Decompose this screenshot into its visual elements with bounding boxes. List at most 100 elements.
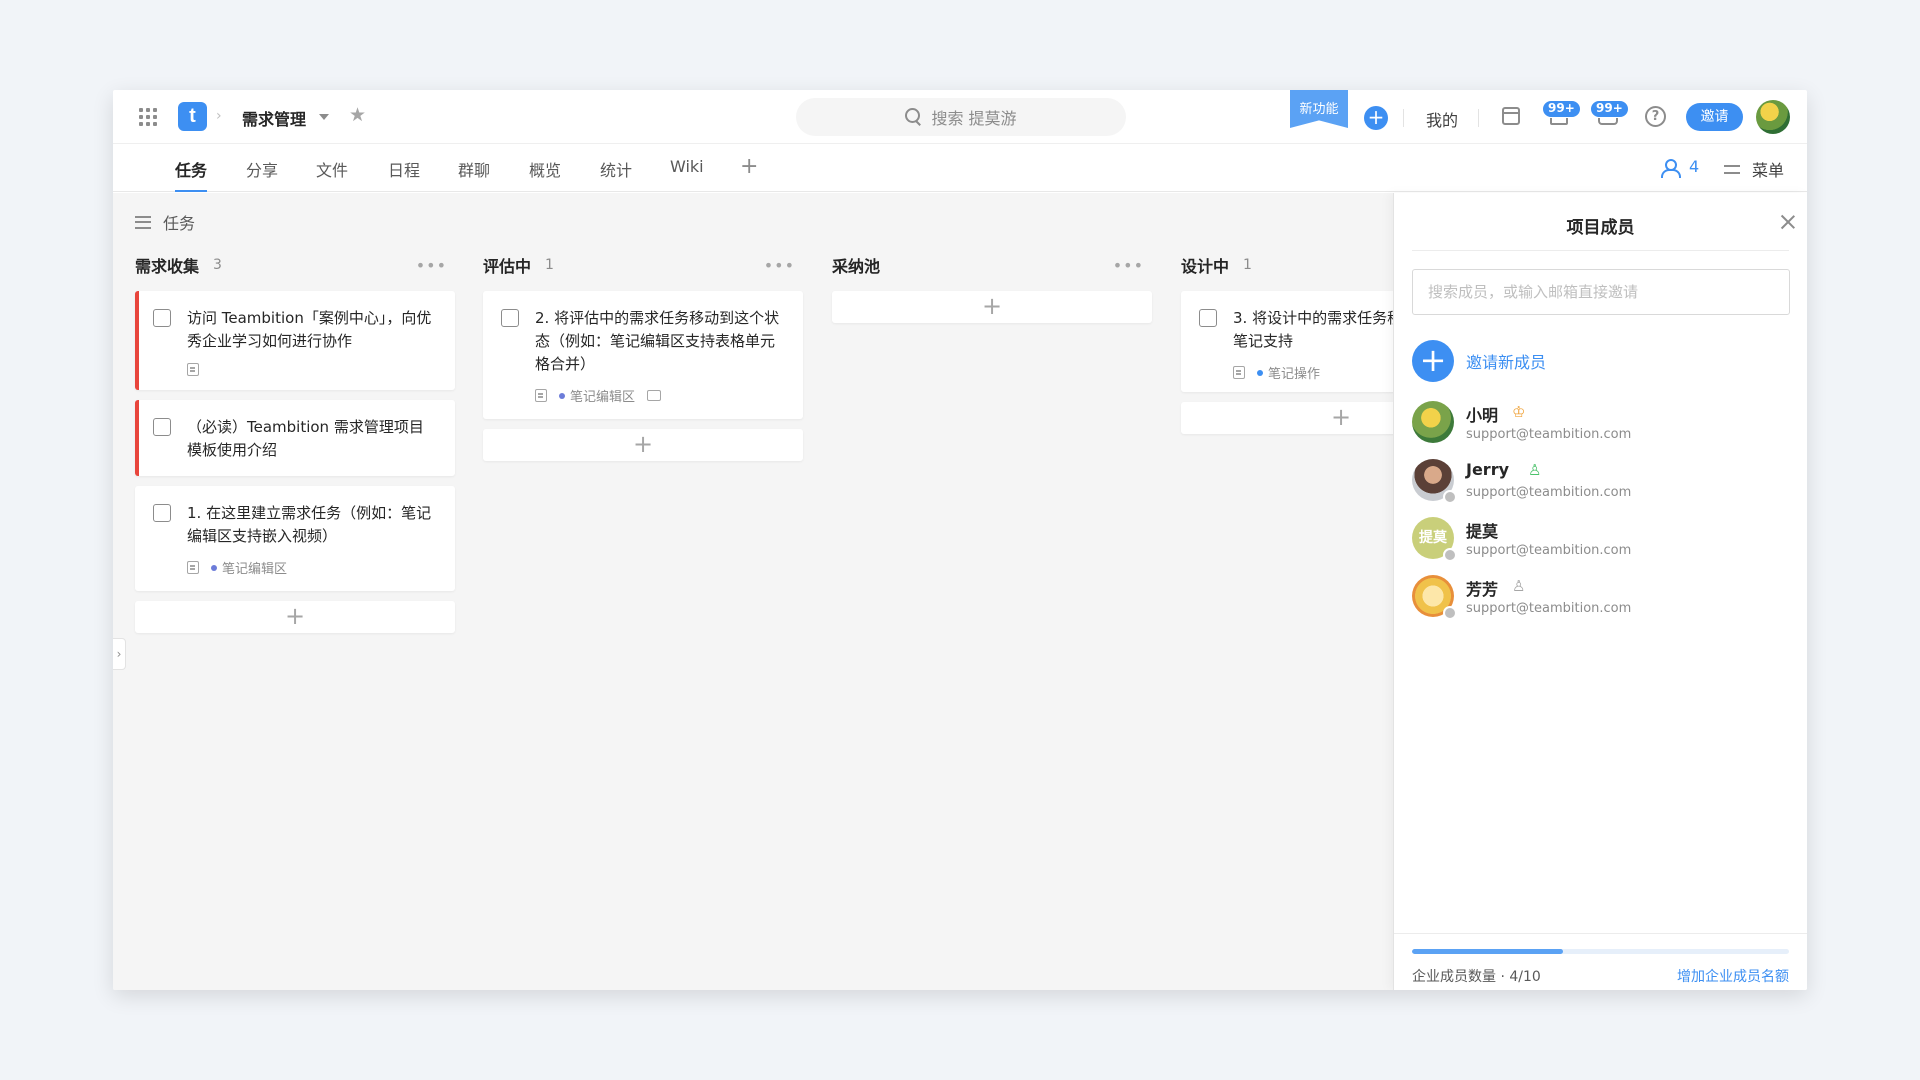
note-icon: [187, 363, 199, 376]
add-task-button[interactable]: +: [135, 601, 455, 633]
member-email: support@teambition.com: [1466, 427, 1632, 442]
add-task-button[interactable]: +: [483, 429, 803, 461]
column-header: 采纳池 •••: [832, 253, 1152, 277]
member-name: 提莫: [1466, 522, 1499, 541]
task-card[interactable]: 2. 将评估中的需求任务移动到这个状态（例如：笔记编辑区支持表格单元格合并） 笔…: [483, 291, 803, 419]
project-name[interactable]: 需求管理: [242, 106, 306, 130]
tab-group-chat[interactable]: 群聊: [458, 157, 490, 181]
task-checkbox[interactable]: [501, 309, 519, 327]
task-checkbox[interactable]: [153, 418, 171, 436]
member-email: support@teambition.com: [1466, 543, 1632, 558]
expand-sidebar-icon[interactable]: ›: [113, 638, 126, 670]
column-title: 采纳池: [832, 257, 881, 276]
column-header: 评估中 1 •••: [483, 253, 803, 277]
breadcrumb-chevron-icon: ›: [216, 108, 222, 124]
task-tag: 笔记操作: [1257, 363, 1320, 382]
member-name: 小明: [1466, 406, 1499, 425]
board-column: 评估中 1 ••• 2. 将评估中的需求任务移动到这个状态（例如：笔记编辑区支持…: [483, 253, 803, 461]
members-toggle[interactable]: 4: [1661, 157, 1700, 178]
tab-files[interactable]: 文件: [316, 157, 348, 181]
mine-link[interactable]: 我的: [1426, 107, 1458, 131]
status-icon: [1443, 490, 1457, 504]
more-options-icon[interactable]: •••: [1113, 256, 1144, 275]
task-board: 任务 › 需求收集 3 ••• 访问 Teambition「案例中心」，向优秀企…: [113, 193, 1501, 990]
avatar: [1412, 401, 1454, 443]
menu-settings-icon: [1724, 162, 1740, 176]
task-title: 访问 Teambition「案例中心」，向优秀企业学习如何进行协作: [187, 309, 432, 350]
close-icon[interactable]: [1779, 213, 1797, 231]
add-quota-link[interactable]: 增加企业成员名额: [1677, 966, 1789, 986]
member-search-input[interactable]: [1412, 269, 1790, 315]
app-window: t › 需求管理 ★ 搜索 提莫游 新功能 + 我的 99+ 99+ ? 邀请 …: [113, 90, 1807, 990]
new-feature-ribbon[interactable]: 新功能: [1290, 90, 1348, 128]
menu-button[interactable]: 菜单: [1724, 157, 1784, 181]
column-title: 设计中: [1181, 257, 1230, 276]
member-name: 芳芳: [1466, 580, 1499, 599]
note-icon: [535, 389, 547, 402]
board-column: 需求收集 3 ••• 访问 Teambition「案例中心」，向优秀企业学习如何…: [135, 253, 455, 633]
tag-label: 笔记编辑区: [222, 562, 288, 577]
member-email: support@teambition.com: [1466, 601, 1632, 616]
tab-share[interactable]: 分享: [246, 157, 278, 181]
project-dropdown-icon[interactable]: [319, 114, 329, 120]
calendar-icon[interactable]: [1502, 107, 1520, 125]
global-search[interactable]: 搜索 提莫游: [796, 98, 1126, 136]
task-title: 1. 在这里建立需求任务（例如：笔记编辑区支持嵌入视频）: [187, 504, 432, 545]
divider: [1403, 109, 1404, 127]
quota-label: 企业成员数量 · 4/10: [1412, 969, 1541, 985]
member-email: support@teambition.com: [1466, 485, 1632, 500]
column-title: 需求收集: [135, 257, 200, 276]
member-name: Jerry: [1466, 460, 1510, 479]
add-task-button[interactable]: +: [832, 291, 1152, 323]
list-menu-icon[interactable]: [135, 215, 151, 229]
tag-label: 笔记操作: [1268, 367, 1321, 382]
column-title: 评估中: [483, 257, 532, 276]
panel-title: 项目成员: [1566, 218, 1635, 238]
task-checkbox[interactable]: [153, 504, 171, 522]
teambition-logo[interactable]: t: [178, 102, 207, 131]
task-tag: 笔记编辑区: [559, 386, 635, 405]
board-header[interactable]: 任务: [135, 210, 195, 234]
search-icon: [905, 108, 923, 126]
task-title: （必读）Teambition 需求管理项目模板使用介绍: [187, 418, 424, 459]
help-icon[interactable]: ?: [1645, 106, 1666, 127]
member-item[interactable]: 提莫 提莫 support@teambition.com: [1412, 517, 1790, 567]
tab-statistics[interactable]: 统计: [600, 157, 632, 181]
more-options-icon[interactable]: •••: [764, 256, 795, 275]
task-meta: 笔记编辑区: [535, 386, 785, 405]
notification-badge: 99+: [1542, 100, 1581, 118]
invite-button[interactable]: 邀请: [1686, 103, 1743, 131]
more-options-icon[interactable]: •••: [416, 256, 447, 275]
task-card[interactable]: 1. 在这里建立需求任务（例如：笔记编辑区支持嵌入视频） 笔记编辑区: [135, 486, 455, 591]
divider: [1412, 250, 1789, 251]
tag-dot: [211, 564, 217, 571]
column-count: 1: [1243, 257, 1252, 273]
app-grid-icon[interactable]: [138, 107, 158, 127]
tab-schedule[interactable]: 日程: [388, 157, 420, 181]
member-item[interactable]: Jerry ♙ support@teambition.com: [1412, 459, 1790, 509]
tab-wiki[interactable]: Wiki: [670, 157, 704, 176]
invite-new-member-button[interactable]: + 邀请新成员: [1412, 340, 1546, 382]
task-checkbox[interactable]: [153, 309, 171, 327]
tab-tasks[interactable]: 任务: [175, 157, 208, 192]
task-checkbox[interactable]: [1199, 309, 1217, 327]
star-icon[interactable]: ★: [349, 104, 366, 126]
add-tab-icon[interactable]: +: [740, 154, 758, 179]
user-avatar[interactable]: [1756, 100, 1790, 134]
members-count: 4: [1689, 157, 1700, 176]
column-count: 3: [213, 257, 222, 273]
project-members-panel: 项目成员 + 邀请新成员 小明 ♔ support@teambition.com…: [1393, 193, 1807, 990]
quick-add-button[interactable]: +: [1364, 106, 1388, 130]
tag-label: 笔记编辑区: [570, 390, 636, 405]
plus-icon: +: [1412, 340, 1454, 382]
invite-new-label: 邀请新成员: [1466, 353, 1547, 372]
menu-label: 菜单: [1752, 161, 1785, 180]
column-count: 1: [545, 257, 554, 273]
message-badge: 99+: [1590, 100, 1629, 118]
task-card[interactable]: （必读）Teambition 需求管理项目模板使用介绍: [135, 400, 455, 476]
member-item[interactable]: 芳芳 ♙ support@teambition.com: [1412, 575, 1790, 625]
member-item[interactable]: 小明 ♔ support@teambition.com: [1412, 401, 1790, 451]
task-card[interactable]: 访问 Teambition「案例中心」，向优秀企业学习如何进行协作: [135, 291, 455, 390]
status-icon: [1443, 548, 1457, 562]
tab-overview[interactable]: 概览: [529, 157, 561, 181]
